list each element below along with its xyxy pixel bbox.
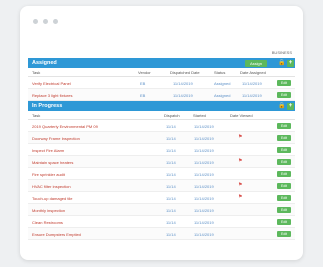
- col-task[interactable]: Task: [32, 70, 40, 75]
- toolbar-label: BUSINESS: [271, 50, 292, 55]
- browser-window: BUSINESS Assigned Assign 🔒 + Task Vendor…: [20, 6, 303, 260]
- table-row[interactable]: Replace 3 light fixtures EB 11/14/2019 A…: [28, 89, 295, 101]
- table-row[interactable]: Inspect Fire Alarm 11/14 11/14/2019 Edit: [28, 144, 295, 156]
- started-cell: 11/14/2019: [194, 207, 214, 213]
- task-link[interactable]: 2019 Quarterly Environmental PM 09: [32, 124, 98, 129]
- table-row[interactable]: Ensure Dumpsters Emptied 11/14 11/14/201…: [28, 228, 295, 240]
- lock-icon[interactable]: 🔒: [278, 60, 285, 67]
- edit-button[interactable]: Edit: [277, 91, 291, 98]
- started-cell: 11/14/2019: [194, 123, 214, 129]
- started-cell: 11/14/2019: [194, 159, 214, 165]
- status-cell: Assigned: [214, 92, 231, 98]
- flag-icon: ⚑: [238, 182, 243, 188]
- col-status[interactable]: Status: [214, 70, 225, 75]
- status-cell: Assigned: [214, 80, 231, 86]
- col-dispatch[interactable]: Dispatch: [164, 113, 180, 118]
- task-link[interactable]: Doorway Frame Inspection: [32, 136, 80, 141]
- edit-button[interactable]: Edit: [277, 146, 291, 153]
- edit-button[interactable]: Edit: [277, 134, 291, 141]
- table-row[interactable]: Fire sprinkler audit 11/14 11/14/2019 Ed…: [28, 168, 295, 180]
- window-maximize-dot[interactable]: [53, 19, 58, 24]
- window-minimize-dot[interactable]: [43, 19, 48, 24]
- table-row[interactable]: Maintain space heaters 11/14 11/14/2019 …: [28, 156, 295, 168]
- edit-button[interactable]: Edit: [277, 170, 291, 177]
- window-titlebar: [20, 6, 303, 36]
- assigned-title: Assigned: [32, 60, 57, 66]
- started-cell: 11/14/2019: [194, 195, 214, 201]
- started-cell: 11/14/2019: [194, 147, 214, 153]
- in-progress-column-headers: Task Dispatch Started Date Viewed: [28, 111, 295, 120]
- col-dispatched[interactable]: Dispatched Date: [170, 70, 200, 75]
- assigned-section-header: Assigned Assign 🔒 +: [28, 58, 295, 68]
- col-vendor[interactable]: Vendor: [138, 70, 151, 75]
- edit-button[interactable]: Edit: [277, 79, 291, 86]
- dispatch-cell: 11/14: [166, 171, 176, 177]
- task-link[interactable]: Replace 3 light fixtures: [32, 93, 72, 98]
- in-progress-section-header: In Progress 🔒 +: [28, 101, 295, 111]
- dispatch-cell: 11/14: [166, 219, 176, 225]
- vendor-cell: EB: [140, 92, 146, 98]
- assign-button[interactable]: Assign: [245, 59, 267, 67]
- flag-icon: ⚑: [238, 194, 243, 200]
- started-cell: 11/14/2019: [194, 231, 214, 237]
- dispatch-cell: 11/14: [166, 207, 176, 213]
- started-cell: 11/14/2019: [194, 183, 214, 189]
- lock-icon[interactable]: 🔒: [278, 103, 285, 110]
- flag-icon: ⚑: [238, 158, 243, 164]
- add-icon[interactable]: +: [287, 59, 294, 67]
- col-started[interactable]: Started: [193, 113, 206, 118]
- edit-button[interactable]: Edit: [277, 206, 291, 213]
- dispatched-cell: 11/14/2019: [173, 80, 193, 86]
- started-cell: 11/14/2019: [194, 135, 214, 141]
- col-task[interactable]: Task: [32, 113, 40, 118]
- task-link[interactable]: Maintain space heaters: [32, 160, 73, 165]
- dispatch-cell: 11/14: [166, 147, 176, 153]
- dispatch-cell: 11/14: [166, 159, 176, 165]
- table-row[interactable]: Doorway Frame Inspection 11/14 11/14/201…: [28, 132, 295, 144]
- task-link[interactable]: Monthly inspection: [32, 208, 65, 213]
- dispatch-cell: 11/14: [166, 231, 176, 237]
- dispatch-cell: 11/14: [166, 183, 176, 189]
- flag-icon: ⚑: [238, 134, 243, 140]
- top-strip: BUSINESS: [28, 50, 295, 58]
- task-link[interactable]: Fire sprinkler audit: [32, 172, 65, 177]
- table-row[interactable]: Monthly inspection 11/14 11/14/2019 Edit: [28, 204, 295, 216]
- task-link[interactable]: Verify Electrical Panel: [32, 81, 71, 86]
- edit-button[interactable]: Edit: [277, 122, 291, 129]
- table-row[interactable]: HVAC filter inspection 11/14 11/14/2019 …: [28, 180, 295, 192]
- dispatch-cell: 11/14: [166, 195, 176, 201]
- started-cell: 11/14/2019: [194, 171, 214, 177]
- edit-button[interactable]: Edit: [277, 230, 291, 237]
- col-date-viewed[interactable]: Date Viewed: [230, 113, 253, 118]
- add-icon[interactable]: +: [287, 102, 294, 110]
- task-link[interactable]: Inspect Fire Alarm: [32, 148, 64, 153]
- started-cell: 11/14/2019: [194, 219, 214, 225]
- table-row[interactable]: Touch-up damaged tile 11/14 11/14/2019 ⚑…: [28, 192, 295, 204]
- edit-button[interactable]: Edit: [277, 158, 291, 165]
- window-close-dot[interactable]: [33, 19, 38, 24]
- task-board: BUSINESS Assigned Assign 🔒 + Task Vendor…: [28, 50, 295, 240]
- dispatched-cell: 11/14/2019: [173, 92, 193, 98]
- date-assigned-cell: 11/14/2019: [242, 80, 262, 86]
- edit-button[interactable]: Edit: [277, 194, 291, 201]
- task-link[interactable]: Touch-up damaged tile: [32, 196, 72, 201]
- dispatch-cell: 11/14: [166, 135, 176, 141]
- task-link[interactable]: Ensure Dumpsters Emptied: [32, 232, 81, 237]
- task-link[interactable]: HVAC filter inspection: [32, 184, 71, 189]
- table-row[interactable]: 2019 Quarterly Environmental PM 09 11/14…: [28, 120, 295, 132]
- date-assigned-cell: 11/14/2019: [242, 92, 262, 98]
- assigned-column-headers: Task Vendor Dispatched Date Status Date …: [28, 68, 295, 77]
- in-progress-title: In Progress: [32, 103, 63, 109]
- table-row[interactable]: Clean Restrooms 11/14 11/14/2019 Edit: [28, 216, 295, 228]
- vendor-cell: EB: [140, 80, 146, 86]
- table-row[interactable]: Verify Electrical Panel EB 11/14/2019 As…: [28, 77, 295, 89]
- task-link[interactable]: Clean Restrooms: [32, 220, 63, 225]
- col-date-assigned[interactable]: Date Assigned: [240, 70, 266, 75]
- edit-button[interactable]: Edit: [277, 218, 291, 225]
- edit-button[interactable]: Edit: [277, 182, 291, 189]
- dispatch-cell: 11/14: [166, 123, 176, 129]
